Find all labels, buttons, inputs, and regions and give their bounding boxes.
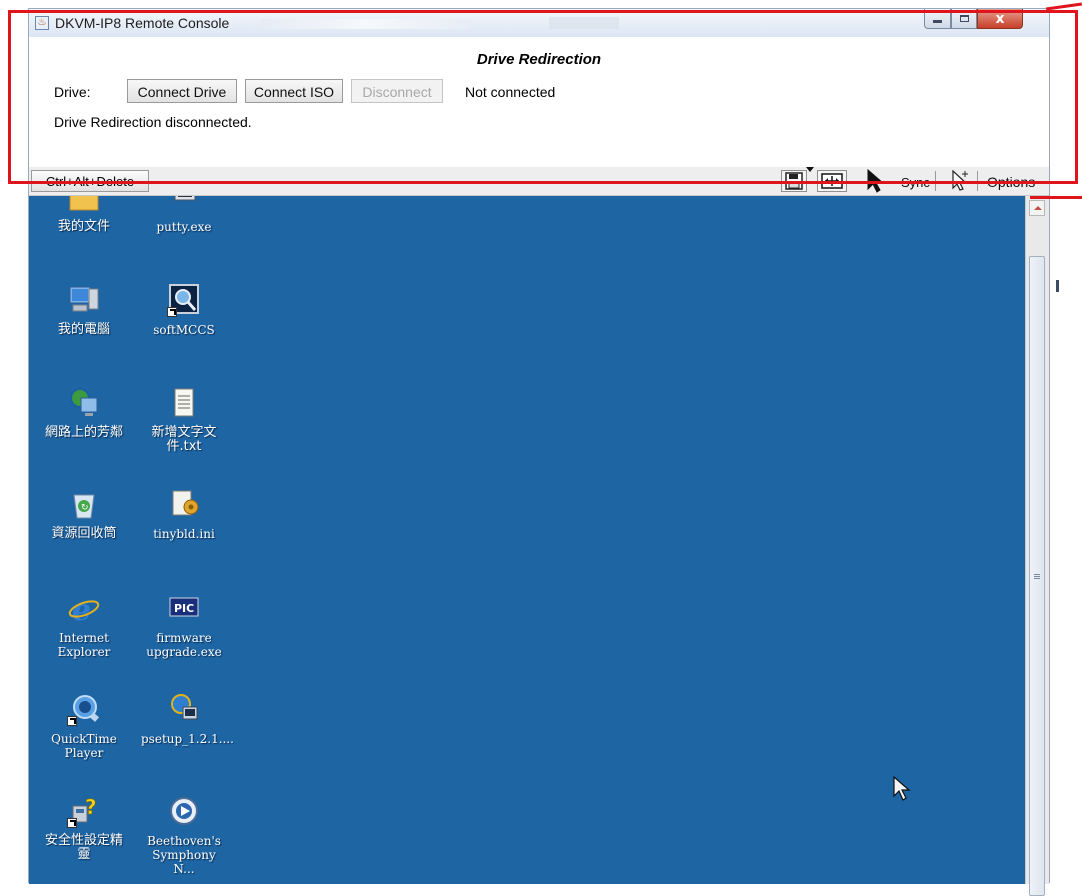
maximize-button[interactable] xyxy=(951,9,977,29)
desktop-icon-beethoven[interactable]: Beethoven's Symphony N... xyxy=(141,794,227,876)
desktop-icon-softmccs[interactable]: softMCCS xyxy=(141,283,227,337)
putty-icon xyxy=(167,196,201,214)
desktop-icon-label: firmware upgrade.exe xyxy=(146,631,222,659)
desktop-icon-quicktime[interactable]: QuickTime Player xyxy=(41,692,127,760)
desktop-icon-security-wizard[interactable]: ? 安全性設定精靈 xyxy=(41,794,127,862)
svg-text:↻: ↻ xyxy=(81,503,89,513)
svg-text:PIC: PIC xyxy=(174,602,194,615)
disconnect-button: Disconnect xyxy=(351,79,443,103)
remote-desktop-view[interactable]: 我的文件 我的電腦 網路上的芳鄰 ↻ 資源回收筒 e Internet Expl… xyxy=(29,196,1025,884)
shortcut-arrow-icon xyxy=(167,307,177,317)
scroll-thumb[interactable] xyxy=(1029,256,1045,896)
close-icon: x xyxy=(995,10,1005,27)
desktop-icon-label: 資源回收筒 xyxy=(51,526,117,541)
pointer-outline-icon[interactable] xyxy=(947,170,973,192)
blurred-title-region xyxy=(261,19,471,29)
desktop-icon-new-text-file[interactable]: 新增文字文件.txt xyxy=(141,386,227,454)
desktop-icon-label: softMCCS xyxy=(153,323,215,337)
desktop-icon-my-computer[interactable]: 我的電腦 xyxy=(41,283,127,337)
desktop-icon-firmware-upgrade[interactable]: PIC firmware upgrade.exe xyxy=(141,591,227,659)
blurred-title-region-2 xyxy=(549,17,619,29)
folder-icon xyxy=(67,196,101,214)
sync-label[interactable]: Sync xyxy=(901,175,930,190)
connect-drive-button[interactable]: Connect Drive xyxy=(127,79,237,103)
panel-title: Drive Redirection xyxy=(476,51,602,68)
background-edge-mark xyxy=(1056,280,1059,292)
drive-redirection-panel: Drive Redirection Drive: Connect Drive C… xyxy=(29,37,1049,168)
desktop-icon-label: tinybld.ini xyxy=(153,527,215,541)
desktop-icon-label: QuickTime Player xyxy=(51,732,117,760)
remote-console-window: ♨ DKVM-IP8 Remote Console x Drive Redire… xyxy=(28,8,1050,896)
magnifier-app-icon xyxy=(167,283,201,317)
desktop-icon-recycle-bin[interactable]: ↻ 資源回收筒 xyxy=(41,487,127,541)
connect-iso-button[interactable]: Connect ISO xyxy=(245,79,343,103)
scroll-grip-icon xyxy=(1034,574,1040,575)
toolbar-divider xyxy=(977,171,978,191)
network-icon xyxy=(67,386,101,420)
dropdown-arrow-icon[interactable] xyxy=(806,167,814,173)
shortcut-arrow-icon xyxy=(67,818,77,828)
desktop-icon-network[interactable]: 網路上的芳鄰 xyxy=(41,386,127,440)
toolbar-divider xyxy=(935,171,936,191)
desktop-icon-label: Beethoven's Symphony N... xyxy=(147,834,221,876)
remote-mouse-cursor-icon xyxy=(893,776,911,801)
desktop-icon-label: psetup_1.2.1.... xyxy=(141,732,234,746)
redirection-message: Drive Redirection disconnected. xyxy=(54,114,252,130)
maximize-icon xyxy=(959,15,969,22)
svg-text:?: ? xyxy=(85,795,97,819)
desktop-icon-label: 網路上的芳鄰 xyxy=(44,425,123,440)
minimize-button[interactable] xyxy=(924,9,951,29)
scroll-up-button[interactable] xyxy=(1029,200,1045,216)
console-toolbar: Ctrl+Alt+Delete Sync Options xyxy=(29,167,1049,196)
window-title: DKVM-IP8 Remote Console xyxy=(55,15,230,31)
ie-icon: e xyxy=(67,591,101,628)
desktop-icon-label: 安全性設定精靈 xyxy=(44,833,123,862)
computer-icon xyxy=(67,283,101,317)
java-app-icon: ♨ xyxy=(35,16,49,30)
shortcut-arrow-icon xyxy=(67,716,77,726)
red-annotation-line xyxy=(1045,2,1082,11)
media-file-icon xyxy=(167,794,201,828)
recycle-bin-icon: ↻ xyxy=(67,487,101,521)
desktop-icon-psetup[interactable]: psetup_1.2.1.... xyxy=(141,692,234,746)
red-annotation-line xyxy=(1030,196,1082,199)
drive-label: Drive: xyxy=(54,84,91,100)
floppy-save-icon[interactable] xyxy=(781,170,807,192)
title-bar[interactable]: ♨ DKVM-IP8 Remote Console x xyxy=(29,9,1049,38)
ini-file-icon xyxy=(167,487,201,521)
security-wizard-icon: ? xyxy=(67,794,101,828)
desktop-icon-putty[interactable]: putty.exe xyxy=(141,196,227,234)
desktop-icon-label: putty.exe xyxy=(156,220,212,234)
quicktime-icon xyxy=(67,692,101,726)
desktop-icon-label: 我的電腦 xyxy=(57,322,110,337)
desktop-icon-internet-explorer[interactable]: e Internet Explorer xyxy=(41,591,127,659)
setup-globe-icon xyxy=(167,692,201,726)
desktop-icon-label: Internet Explorer xyxy=(57,631,111,659)
vertical-scrollbar[interactable] xyxy=(1025,196,1049,896)
minimize-icon xyxy=(933,20,942,23)
options-menu[interactable]: Options xyxy=(987,174,1035,190)
text-file-icon xyxy=(167,386,201,420)
close-button[interactable]: x xyxy=(977,9,1023,29)
pointer-icon[interactable] xyxy=(863,169,889,193)
pic-chip-icon: PIC xyxy=(167,591,201,625)
desktop-icon-label: 新增文字文件.txt xyxy=(151,425,217,454)
desktop-icon-my-documents[interactable]: 我的文件 xyxy=(41,196,127,234)
desktop-icon-tinybld-ini[interactable]: tinybld.ini xyxy=(141,487,227,541)
ctrl-alt-delete-button[interactable]: Ctrl+Alt+Delete xyxy=(31,170,149,192)
connection-status: Not connected xyxy=(465,84,556,100)
svg-text:e: e xyxy=(72,593,91,625)
fit-screen-icon[interactable] xyxy=(817,170,847,192)
desktop-icon-label: 我的文件 xyxy=(57,219,110,234)
